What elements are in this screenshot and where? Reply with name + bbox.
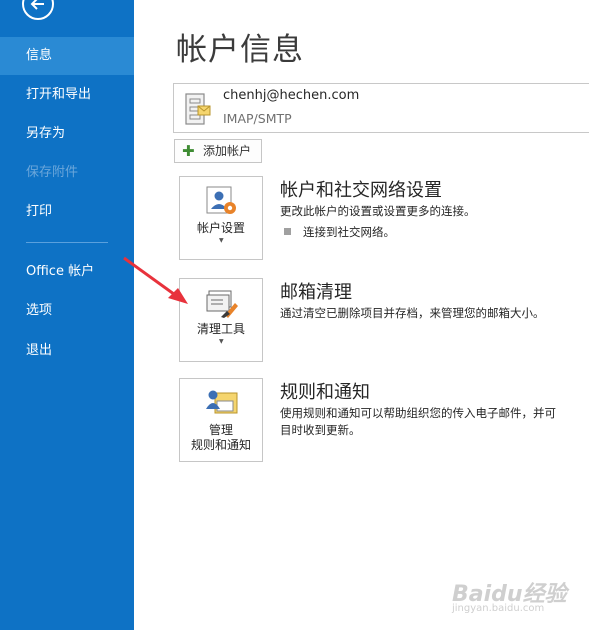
bullet-icon [284, 228, 291, 235]
cleanup-tools-label: 清理工具 [196, 322, 245, 336]
mailbox-cleanup-description: 通过清空已删除项目并存档，来管理您的邮箱大小。 [280, 306, 545, 320]
account-settings-description: 更改此帐户的设置或设置更多的连接。 [280, 204, 476, 218]
rules-alerts-description-line2: 目时收到更新。 [280, 423, 361, 437]
nav-item-options[interactable]: 选项 [0, 292, 134, 330]
nav-item-office-account[interactable]: Office 帐户 [0, 253, 134, 291]
mailbox-cleanup-title: 邮箱清理 [280, 282, 352, 303]
watermark-url: jingyan.baidu.com [452, 603, 545, 614]
nav-divider [26, 242, 108, 243]
cleanup-tools-icon [206, 290, 238, 318]
nav-item-save-attachments[interactable]: 保存附件 [0, 154, 134, 192]
add-account-button[interactable]: ✚ 添加帐户 [174, 139, 262, 163]
chevron-down-icon: ▼ [219, 237, 224, 244]
rules-alerts-icon [206, 390, 238, 414]
nav-item-exit[interactable]: 退出 [0, 332, 134, 370]
page-title: 帐户信息 [176, 32, 304, 68]
account-selector[interactable]: chenhj@hechen.com IMAP/SMTP [173, 83, 589, 133]
backstage-sidebar: 信息 打开和导出 另存为 保存附件 打印 Office 帐户 选项 退出 [0, 0, 134, 630]
manage-label: 管理 [208, 423, 233, 437]
mail-server-icon [185, 93, 211, 125]
manage-rules-tile[interactable]: 管理 规则和通知 [179, 378, 263, 462]
nav-item-info[interactable]: 信息 [0, 37, 134, 75]
rules-alerts-title: 规则和通知 [280, 382, 370, 403]
account-settings-tile[interactable]: 帐户设置 ▼ [179, 176, 263, 260]
rules-alerts-label: 规则和通知 [190, 438, 251, 452]
account-settings-title: 帐户和社交网络设置 [280, 180, 442, 201]
nav-item-open-export[interactable]: 打开和导出 [0, 76, 134, 114]
account-type: IMAP/SMTP [223, 111, 292, 126]
account-settings-label: 帐户设置 [196, 221, 245, 235]
back-button[interactable] [22, 0, 54, 20]
account-email: chenhj@hechen.com [223, 88, 360, 103]
back-arrow-icon [30, 0, 44, 10]
rules-alerts-description-line1: 使用规则和通知可以帮助组织您的传入电子邮件，并可 [280, 406, 556, 420]
account-settings-icon [206, 186, 236, 214]
nav-item-save-as[interactable]: 另存为 [0, 115, 134, 153]
red-arrow-icon [123, 256, 188, 304]
social-network-label: 连接到社交网络。 [303, 225, 395, 239]
chevron-down-icon: ▼ [219, 338, 224, 345]
add-account-label: 添加帐户 [203, 144, 252, 158]
plus-icon: ✚ [182, 142, 195, 160]
social-network-link[interactable]: 连接到社交网络。 [284, 224, 395, 240]
nav-item-print[interactable]: 打印 [0, 193, 134, 231]
